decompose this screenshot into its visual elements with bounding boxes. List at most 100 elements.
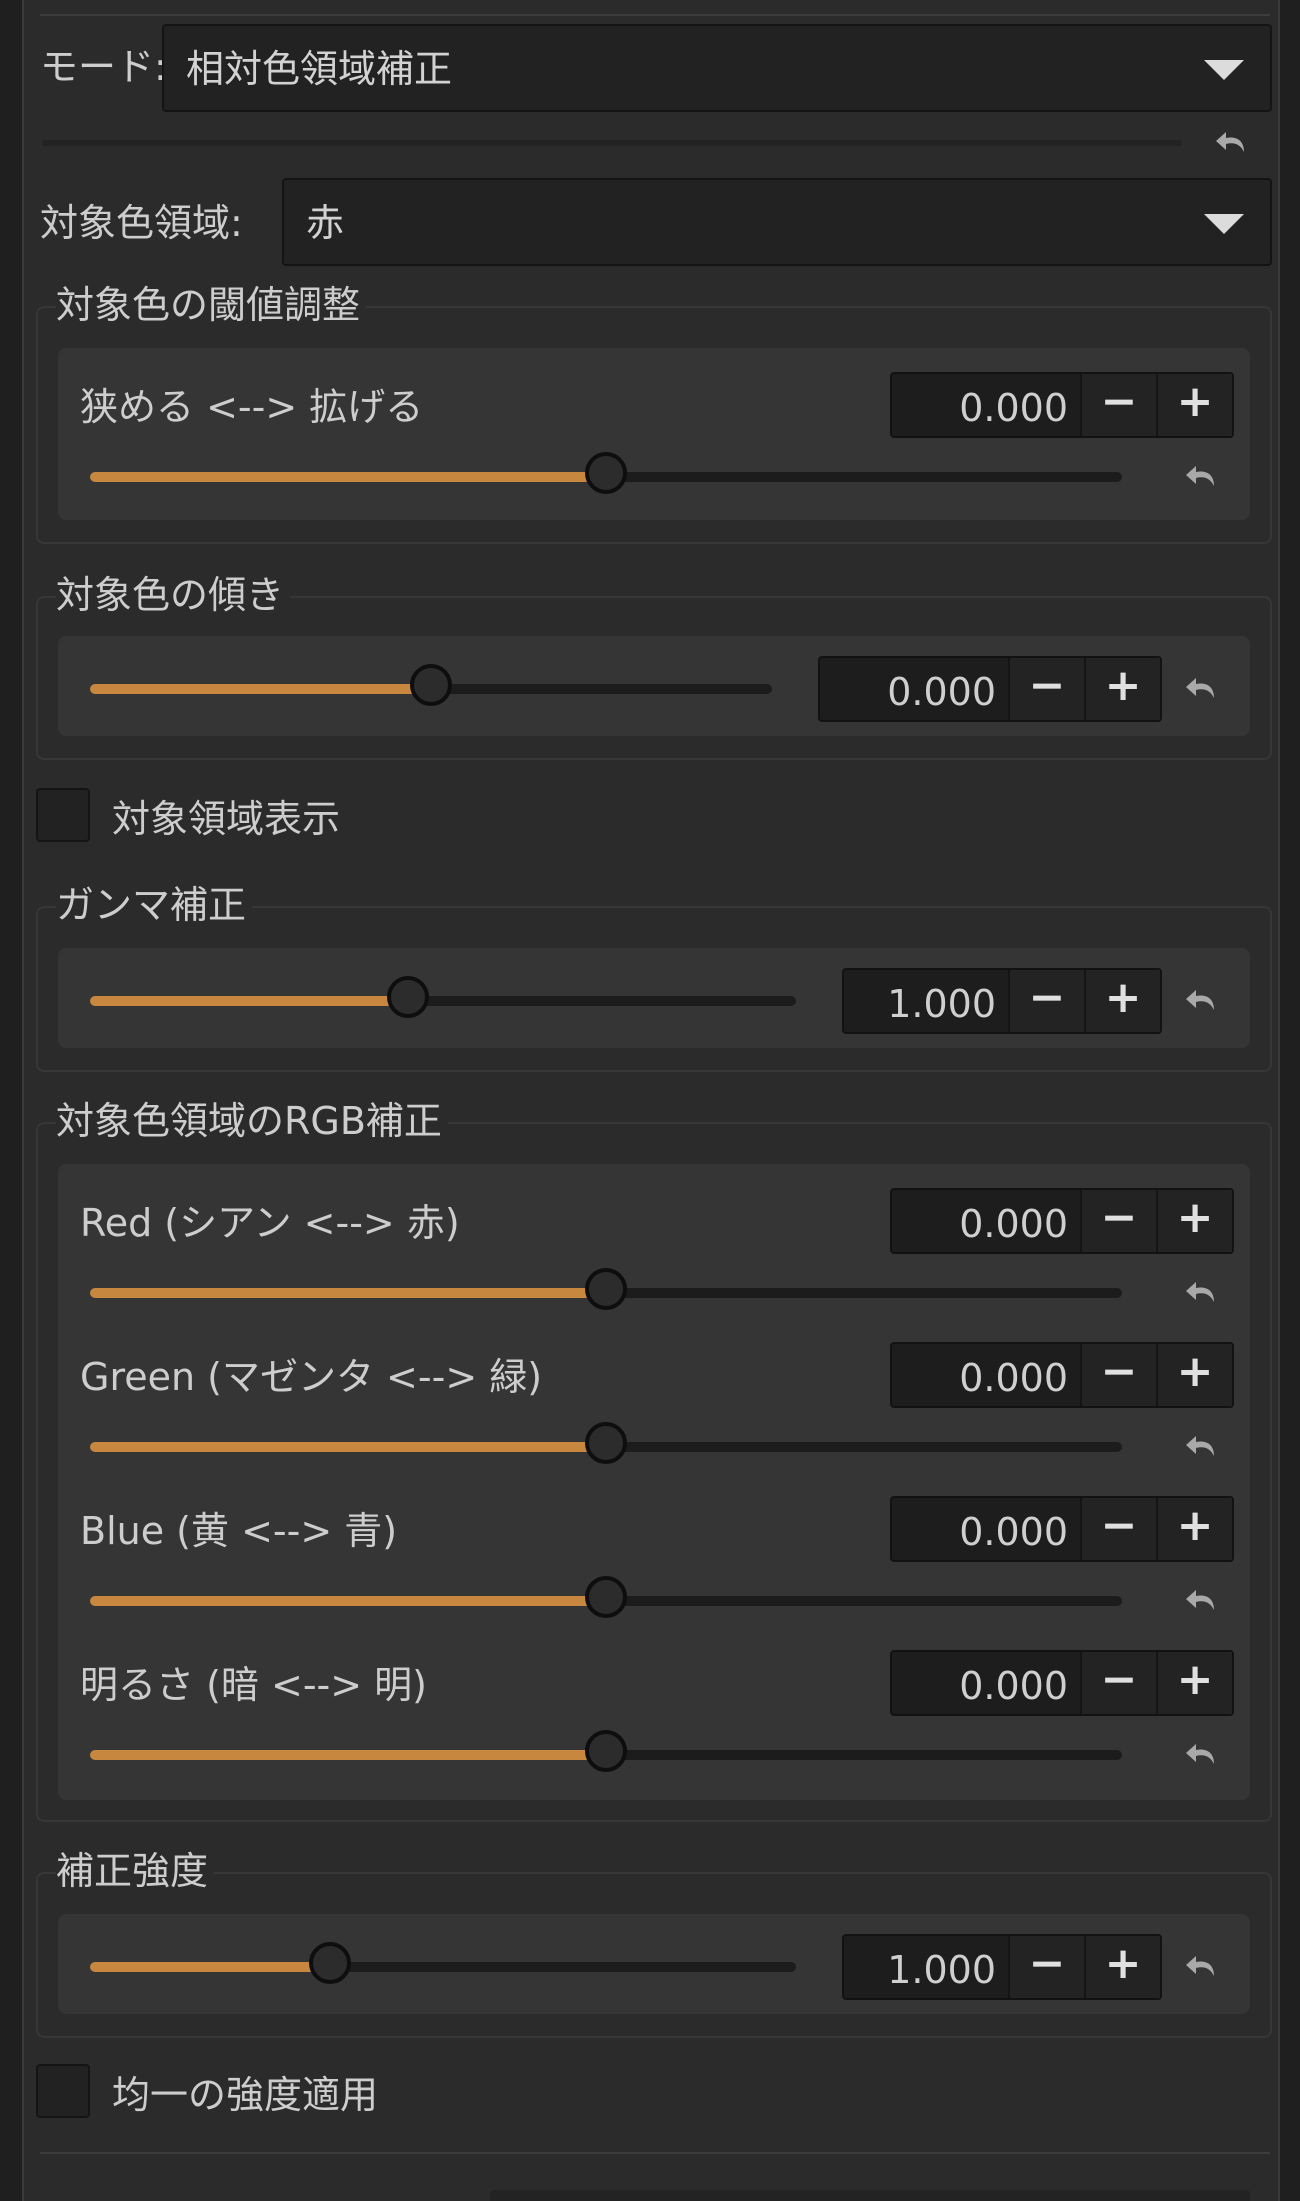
show-area-label[interactable]: 対象領域表示 [112,800,340,838]
target-gamut-label: 対象色領域: [40,201,243,245]
plus-icon: + [1176,1346,1214,1397]
gamma-slider[interactable] [90,976,796,1020]
undo-icon[interactable] [1184,1432,1220,1462]
minus-button[interactable]: − [1080,1652,1156,1714]
slider-fill [90,996,408,1006]
left-panel-border [0,0,24,2201]
blue-slider[interactable] [90,1576,1122,1620]
minus-icon: − [1028,660,1066,711]
undo-icon[interactable] [1184,1586,1220,1616]
plus-icon: + [1176,1192,1214,1243]
undo-icon[interactable] [1184,674,1220,704]
slider-fill [90,1596,606,1606]
minus-button[interactable]: − [1080,1498,1156,1560]
green-label: Green (マゼンタ <--> 緑) [80,1355,543,1399]
top-divider [40,0,1270,16]
plus-button[interactable]: + [1156,1498,1232,1560]
undo-icon[interactable] [1184,1278,1220,1308]
tilt-spinbox[interactable]: 0.000 − + [818,656,1162,722]
blue-label: Blue (黄 <--> 青) [80,1509,398,1553]
minus-icon: − [1100,1192,1138,1243]
slider-handle[interactable] [585,1730,627,1772]
gamma-value[interactable]: 1.000 [887,985,996,1023]
plus-button[interactable]: + [1084,1936,1160,1998]
minus-icon: − [1100,1654,1138,1705]
blue-value[interactable]: 0.000 [959,1513,1068,1551]
bottom-control[interactable] [490,2190,1250,2201]
undo-icon[interactable] [1184,1740,1220,1770]
red-label: Red (シアン <--> 赤) [80,1201,460,1245]
plus-button[interactable]: + [1156,374,1232,436]
mode-mix-slider[interactable] [42,140,1182,146]
red-spinbox[interactable]: 0.000 − + [890,1188,1234,1254]
minus-button[interactable]: − [1008,970,1084,1032]
threshold-group-title: 対象色の閾値調整 [56,286,367,324]
minus-icon: − [1028,1938,1066,1989]
right-scrollbar[interactable] [1278,0,1300,2201]
uniform-strength-label[interactable]: 均一の強度適用 [112,2076,378,2114]
slider-fill [90,1442,606,1452]
minus-button[interactable]: − [1080,374,1156,436]
red-value[interactable]: 0.000 [959,1205,1068,1243]
tilt-value[interactable]: 0.000 [887,673,996,711]
plus-icon: + [1104,660,1142,711]
gamma-spinbox[interactable]: 1.000 − + [842,968,1162,1034]
undo-icon[interactable] [1184,986,1220,1016]
slider-handle[interactable] [410,664,452,706]
brightness-spinbox[interactable]: 0.000 − + [890,1650,1234,1716]
brightness-label: 明るさ (暗 <--> 明) [80,1663,427,1707]
minus-icon: − [1100,1500,1138,1551]
plus-button[interactable]: + [1156,1652,1232,1714]
chevron-down-icon [1204,60,1244,80]
slider-handle[interactable] [386,976,429,1018]
brightness-slider[interactable] [90,1730,1122,1774]
threshold-slider[interactable] [90,452,1122,496]
undo-icon[interactable] [1214,128,1250,158]
minus-icon: − [1100,376,1138,427]
mode-label: モード: [40,45,167,89]
slider-fill [90,684,431,694]
slider-handle[interactable] [585,452,627,494]
minus-button[interactable]: − [1080,1344,1156,1406]
plus-button[interactable]: + [1084,658,1160,720]
blue-spinbox[interactable]: 0.000 − + [890,1496,1234,1562]
bottom-divider [40,2152,1270,2154]
threshold-spinbox[interactable]: 0.000 − + [890,372,1234,438]
slider-handle[interactable] [585,1268,627,1310]
minus-button[interactable]: − [1080,1190,1156,1252]
uniform-strength-checkbox[interactable] [36,2064,90,2118]
red-slider[interactable] [90,1268,1122,1312]
chevron-down-icon [1204,214,1244,234]
tilt-slider[interactable] [90,664,772,708]
gamma-group-title: ガンマ補正 [56,886,253,924]
green-slider[interactable] [90,1422,1122,1466]
rgb-group-title: 対象色領域のRGB補正 [56,1102,448,1140]
slider-handle[interactable] [309,1942,352,1984]
brightness-value[interactable]: 0.000 [959,1667,1068,1705]
plus-button[interactable]: + [1156,1344,1232,1406]
mode-dropdown[interactable]: 相対色領域補正 [162,24,1272,112]
strength-value[interactable]: 1.000 [887,1951,996,1989]
threshold-value[interactable]: 0.000 [959,389,1068,427]
undo-icon[interactable] [1184,462,1220,492]
plus-icon: + [1176,376,1214,427]
plus-button[interactable]: + [1156,1190,1232,1252]
plus-icon: + [1176,1654,1214,1705]
slider-handle[interactable] [585,1576,627,1618]
minus-button[interactable]: − [1008,658,1084,720]
show-area-checkbox[interactable] [36,788,90,842]
strength-spinbox[interactable]: 1.000 − + [842,1934,1162,2000]
green-spinbox[interactable]: 0.000 − + [890,1342,1234,1408]
slider-fill [90,1962,331,1972]
undo-icon[interactable] [1184,1952,1220,1982]
green-value[interactable]: 0.000 [959,1359,1068,1397]
plus-button[interactable]: + [1084,970,1160,1032]
target-gamut-dropdown[interactable]: 赤 [282,178,1272,266]
strength-group-title: 補正強度 [56,1852,215,1890]
minus-button[interactable]: − [1008,1936,1084,1998]
plus-icon: + [1104,1938,1142,1989]
strength-slider[interactable] [90,1942,796,1986]
slider-fill [90,472,606,482]
slider-fill [90,1750,606,1760]
slider-handle[interactable] [585,1422,627,1464]
